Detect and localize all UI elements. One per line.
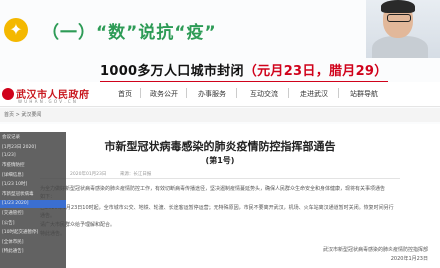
headline-prefix: 1000多万人口城市封闭 — [100, 64, 244, 79]
side-panel-item[interactable]: [详细信息] — [2, 172, 24, 178]
side-panel-item[interactable]: 市新型冠状病毒 — [2, 191, 34, 197]
nav-divider — [140, 88, 141, 98]
breadcrumb-bar — [0, 108, 440, 122]
side-panel-item[interactable]: [10时起交通暂停] — [2, 229, 38, 235]
notice-body-line: 如下： — [40, 193, 400, 200]
nav-services[interactable]: 办事服务 — [198, 89, 226, 99]
nav-about-wuhan[interactable]: 走进武汉 — [300, 89, 328, 99]
side-panel-item[interactable]: [全体市民] — [2, 239, 24, 245]
side-panel-item[interactable]: [1月23日 2020] — [2, 144, 36, 150]
nav-site-navigation[interactable]: 站群导航 — [350, 89, 378, 99]
presenter-webcam — [366, 0, 440, 58]
nav-home[interactable]: 首页 — [118, 89, 132, 99]
nav-divider — [288, 88, 289, 98]
nav-divider — [236, 88, 237, 98]
nav-open-government[interactable]: 政务公开 — [150, 89, 178, 99]
side-panel-item[interactable]: [1/23] — [2, 153, 16, 158]
side-panel-item[interactable]: 市疫情防控 — [2, 162, 25, 168]
lightbulb-icon: ✦ — [4, 18, 28, 42]
site-url: W U H A N . G O V . C N — [18, 99, 77, 104]
nav-interaction[interactable]: 互动交流 — [250, 89, 278, 99]
notice-date: 2020年1月23日 — [390, 256, 428, 262]
notice-signature: 武汉市新型冠状病毒感染的肺炎疫情防控指挥部 — [322, 247, 428, 253]
slide-title: （一）“数”说抗“疫” — [42, 23, 217, 43]
notice-body-line: 为全力做好新型冠状病毒感染的肺炎疫情防控工作，有效切断病毒传播途径，坚决遏制疫情… — [40, 186, 386, 192]
headline-date: （元月23日，腊月29） — [243, 64, 388, 79]
notice-body-line: 请广大市民群众给予理解和配合。 — [40, 222, 116, 228]
side-panel-item[interactable]: [交通管控] — [2, 210, 24, 216]
side-panel-item[interactable]: [特此通告] — [2, 248, 24, 254]
side-panel-item[interactable]: [1/23 10时] — [2, 181, 27, 187]
notice-title: 市新型冠状病毒感染的肺炎疫情防控指挥部通告 — [104, 140, 336, 153]
notice-meta: 2020年01月23日 来源：长江日报 — [70, 172, 152, 177]
notice-body-line: 自2020年1月23日10时起，全市城市公交、地铁、轮渡、长途客运暂停运营；无特… — [40, 205, 394, 211]
side-panel-item[interactable]: 会议记录 — [2, 134, 20, 140]
notice-body-line: 特此通告。 — [40, 230, 400, 237]
slide-headline: 1000多万人口城市封闭（元月23日，腊月29） — [100, 60, 388, 83]
divider — [40, 178, 400, 179]
side-panel-item[interactable]: [1/23 2020] — [2, 201, 29, 206]
nav-divider — [186, 88, 187, 98]
notice-body-line: 通告。 — [40, 212, 400, 219]
nav-divider — [338, 88, 339, 98]
government-emblem-icon — [2, 88, 14, 100]
notice-number: (第1号) — [205, 156, 235, 165]
breadcrumb[interactable]: 首页 > 武汉要闻 — [4, 111, 41, 118]
side-panel-item[interactable]: [公告] — [2, 220, 15, 226]
